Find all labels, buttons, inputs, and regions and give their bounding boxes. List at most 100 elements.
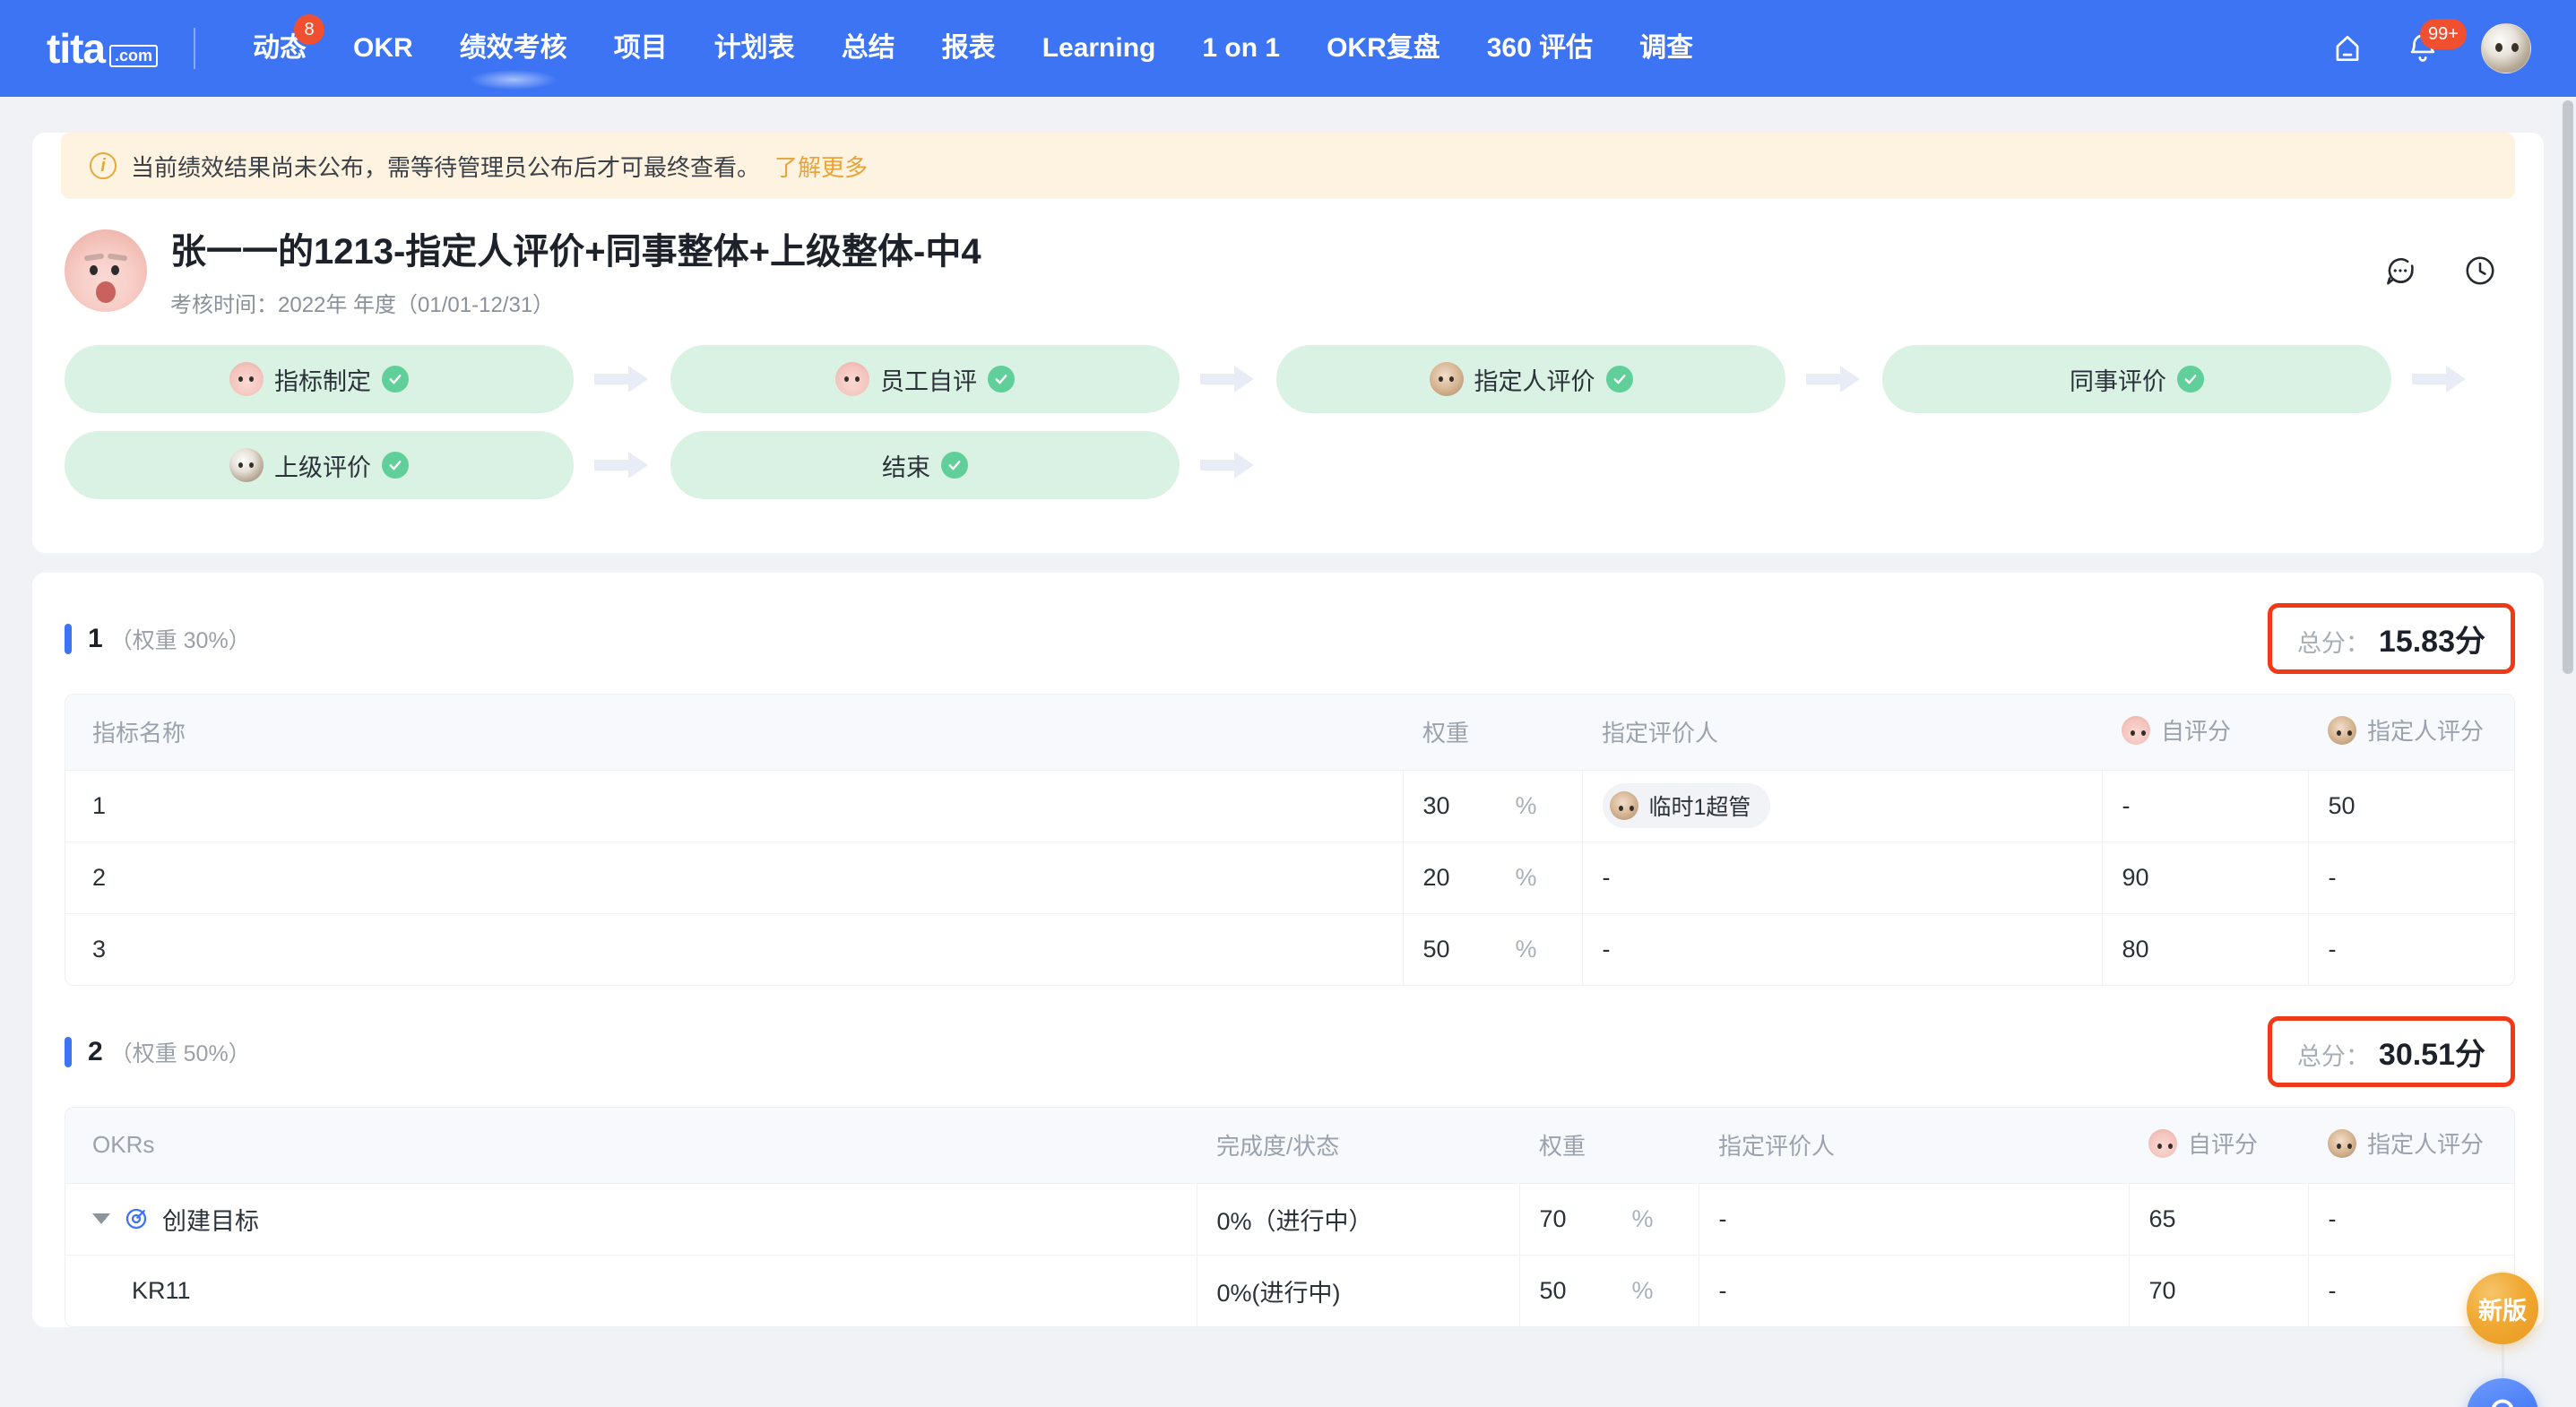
table-row[interactable]: 3 50% -80- (65, 913, 2514, 985)
logo-dotcom: .com (109, 45, 159, 67)
chevron-down-icon[interactable] (92, 1213, 110, 1224)
reviewer-cell: - (1699, 1255, 2130, 1326)
step-avatar (229, 362, 264, 396)
table-row[interactable]: 2 20% -90- (65, 842, 2514, 914)
workflow-step-label: 同事评价 (2070, 367, 2166, 395)
nav-item-3[interactable]: 绩效考核 (437, 0, 591, 97)
column-header-3: 指定评价人 (1582, 695, 2102, 771)
nav-item-2[interactable]: OKR (330, 0, 437, 97)
score-table-2: OKRs 完成度/状态 权重 指定评价人 自评分 指定人评分 创建目标 0%（进行中） 70% -… (65, 1107, 2515, 1327)
nav-item-8[interactable]: Learning (1019, 0, 1180, 97)
workflow-step-5[interactable]: 上级评价 (65, 431, 574, 499)
table-row[interactable]: 1 30% 临时1超管 - 50 (65, 770, 2514, 842)
status-badge: 总分： 30.51分 (2267, 1016, 2515, 1087)
reviewer-name: - (1602, 863, 1611, 891)
column-header-2: 权重 (1403, 695, 1582, 771)
okr-name: KR11 (132, 1276, 191, 1304)
column-header-label: 指定人评分 (2367, 718, 2485, 745)
check-icon (2177, 366, 2204, 393)
learn-more-link[interactable]: 了解更多 (774, 150, 868, 183)
nav-item-4[interactable]: 项目 (591, 0, 691, 97)
weight-cell: 50% (1519, 1255, 1699, 1326)
reviewer-name: 临时1超管 (1648, 795, 1751, 820)
total-score-value: 30.51分 (2378, 1038, 2485, 1072)
nav-item-7[interactable]: 报表 (919, 0, 1019, 97)
nav-item-6[interactable]: 总结 (818, 0, 919, 97)
assigned-score: - (2328, 935, 2337, 962)
nav-item-1[interactable]: 动态 8 (229, 0, 330, 97)
nav-item-5[interactable]: 计划表 (691, 0, 818, 97)
section-header-1: 1 （权重 30%） 总分： 15.83分 (32, 573, 2544, 694)
column-header-label: 指定评价人 (1602, 720, 1719, 747)
column-header-label: OKRs (92, 1131, 155, 1159)
total-score-label: 总分： (2296, 630, 2370, 657)
column-header-label: 指标名称 (92, 720, 186, 747)
bell-icon[interactable]: 99+ (2406, 19, 2467, 65)
comment-icon[interactable] (2382, 254, 2416, 288)
reviewer-chip[interactable]: 临时1超管 (1602, 783, 1771, 828)
page-title: 张一一的1213-指定人评价+同事整体+上级整体-中4 (170, 232, 981, 272)
arrow-right-icon (574, 450, 670, 480)
column-avatar (2328, 715, 2356, 745)
workflow-step-1[interactable]: 指标制定 (65, 345, 574, 413)
percent-sign: % (1631, 1276, 1654, 1304)
assigned-score-cell: - (2308, 1183, 2514, 1256)
table-row[interactable]: KR11 0%(进行中) 50% -70- (65, 1255, 2514, 1326)
workflow-step-2[interactable]: 员工自评 (670, 345, 1180, 413)
assigned-score-cell: 50 (2308, 770, 2514, 842)
column-header-3: 权重 (1519, 1108, 1699, 1184)
okr-name-cell: 创建目标 (65, 1183, 1197, 1256)
nav-item-label: 360 评估 (1486, 33, 1594, 63)
indicator-name: 1 (92, 791, 107, 819)
avatar[interactable] (2481, 23, 2531, 73)
scrollbar-thumb[interactable] (2563, 100, 2573, 674)
reviewer-cell: - (1582, 842, 2103, 914)
page-scrollbar[interactable] (2560, 97, 2576, 1407)
home-icon[interactable] (2330, 31, 2364, 65)
new-version-button[interactable]: 新版 (2467, 1273, 2538, 1344)
self-score-cell: 70 (2129, 1255, 2309, 1326)
section-accent-bar (65, 623, 72, 654)
workflow-row: 上级评价 结束 (65, 431, 2511, 499)
nav-item-label: Learning (1042, 33, 1156, 63)
step-avatar (1429, 362, 1464, 396)
reviewer-cell: - (1582, 913, 2103, 985)
total-score-value: 15.83分 (2378, 625, 2485, 659)
top-navigation-bar: tita .com 动态 8 OKR 绩效考核 项目 计划表 总结 报表 Learning 1 on… (0, 0, 2576, 97)
okr-name: 创建目标 (162, 1207, 259, 1235)
nav-item-label: 报表 (941, 33, 996, 63)
support-button[interactable] (2467, 1378, 2538, 1407)
self-score-cell: 65 (2129, 1183, 2309, 1256)
column-avatar (1609, 791, 1638, 820)
tita-logo[interactable]: tita .com (47, 28, 159, 69)
nav-item-10[interactable]: OKR复盘 (1303, 0, 1464, 97)
column-header-2: 完成度/状态 (1197, 1108, 1519, 1184)
workflow-step-label: 指标制定 (274, 367, 371, 395)
workflow-step-6[interactable]: 结束 (670, 431, 1180, 499)
table-row[interactable]: 创建目标 0%（进行中） 70% -65- (65, 1183, 2514, 1256)
progress-status: 0%（进行中） (1216, 1207, 1373, 1235)
reviewer-cell: 临时1超管 (1582, 770, 2103, 842)
workflow-step-4[interactable]: 同事评价 (1882, 345, 2391, 413)
nav-item-12[interactable]: 调查 (1616, 0, 1716, 97)
self-score: - (2122, 791, 2131, 819)
workflow-step-label: 结束 (882, 453, 930, 481)
nav-item-label: 调查 (1639, 33, 1694, 63)
assigned-score: 50 (2328, 791, 2356, 819)
workflow-step-3[interactable]: 指定人评价 (1276, 345, 1785, 413)
self-score: 80 (2122, 935, 2149, 962)
column-header-label: 指定评价人 (1718, 1133, 1836, 1161)
arrow-right-icon (1785, 364, 1882, 394)
self-score: 65 (2148, 1204, 2176, 1232)
nav-item-11[interactable]: 360 评估 (1464, 0, 1616, 97)
nav-item-9[interactable]: 1 on 1 (1179, 0, 1303, 97)
info-icon: i (90, 152, 117, 179)
history-icon[interactable] (2463, 254, 2497, 288)
header-actions (2382, 254, 2515, 288)
column-header-label: 权重 (1422, 720, 1470, 747)
okr-name-cell: KR11 (65, 1255, 1197, 1326)
reviewer-name: - (1718, 1204, 1727, 1232)
weight-cell: 30% (1403, 770, 1583, 842)
reviewer-name: - (1718, 1276, 1727, 1304)
arrow-right-icon (2391, 364, 2488, 394)
